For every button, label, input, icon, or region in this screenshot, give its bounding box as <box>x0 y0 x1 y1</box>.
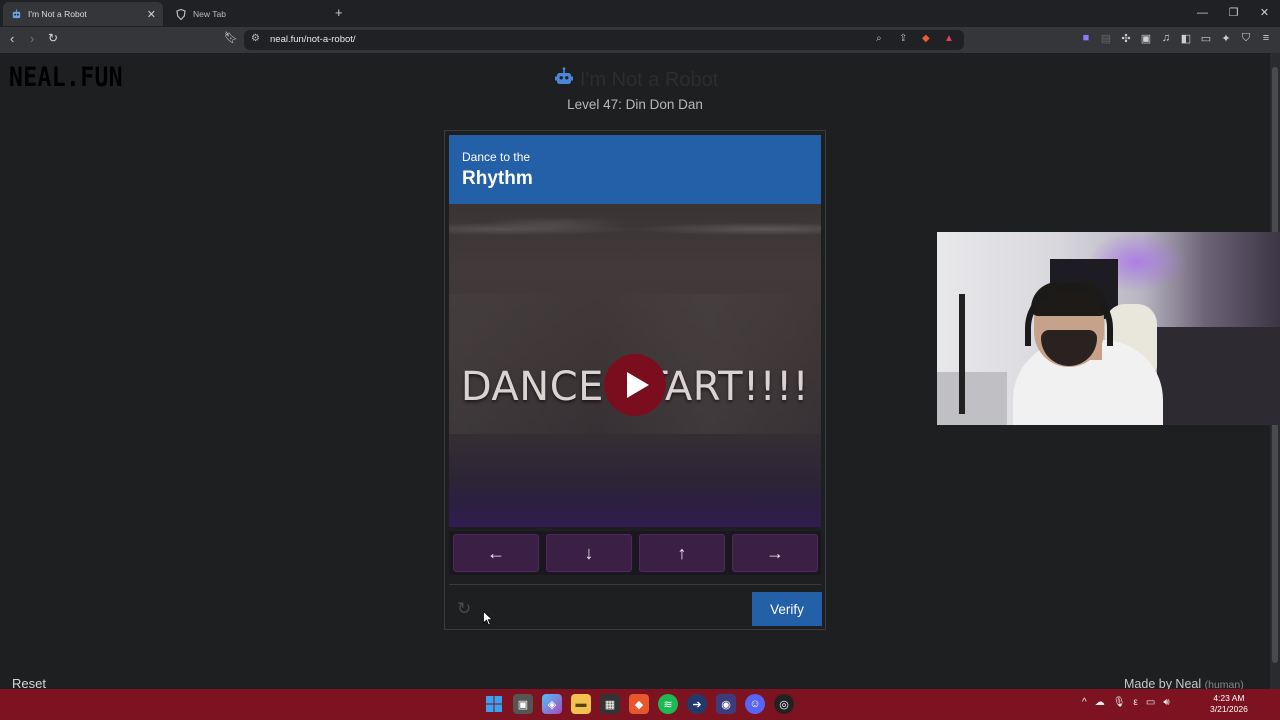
tab-bar: I'm Not a Robot ✕ New Tab + — ❐ ✕ <box>0 0 1280 27</box>
brave-shield-icon <box>175 8 187 20</box>
address-bar[interactable]: ⚙︎ neal.fun/not-a-robot/ ⌕ ⇪ ◆ ▲ <box>244 30 964 50</box>
reload-page-icon[interactable]: ↻ <box>48 31 58 45</box>
sidebar-icon[interactable]: ◧ <box>1180 32 1192 45</box>
microphone-icon[interactable]: 🎙︎ <box>1113 697 1126 708</box>
taskbar-apps: ▣ ◈ ▬ ▦ ◆ ≋ ➔ ◉ ☺ ◎ <box>484 694 794 714</box>
system-tray: ^ ☁ 🎙︎ ε ▭ 🔊︎ <box>1082 697 1170 708</box>
video-background <box>449 214 821 244</box>
captcha-instruction-emphasis: Rhythm <box>462 168 533 189</box>
webcam-desk-equipment <box>937 372 1007 425</box>
dance-video[interactable]: DANCE START!!!! <box>449 204 821 527</box>
spotify-icon[interactable]: ≋ <box>658 694 678 714</box>
volume-icon[interactable]: 🔊︎ <box>1163 697 1169 708</box>
file-explorer-icon[interactable]: ▬ <box>571 694 591 714</box>
neal-fun-logo[interactable]: NEAL.FUN <box>9 62 123 93</box>
onedrive-icon[interactable]: ☁ <box>1095 697 1105 708</box>
play-icon <box>627 372 649 398</box>
robot-icon <box>554 67 574 93</box>
tab-not-a-robot[interactable]: I'm Not a Robot ✕ <box>3 2 163 26</box>
level-label: Level 47: Din Don Dan <box>567 97 703 112</box>
page-title: I'm Not a Robot <box>554 67 718 93</box>
new-tab-button[interactable]: + <box>335 5 343 20</box>
zoom-icon[interactable]: ⌕ <box>876 33 882 44</box>
browser-toolbar: ‹ › ↻ 🔖︎ ⚙︎ neal.fun/not-a-robot/ ⌕ ⇪ ◆ … <box>0 27 1280 53</box>
copilot-icon[interactable]: ◈ <box>542 694 562 714</box>
url-text: neal.fun/not-a-robot/ <box>270 34 356 45</box>
obs-icon[interactable]: ◉ <box>716 694 736 714</box>
share-icon[interactable]: ⇪ <box>899 33 907 44</box>
extensions-puzzle-icon[interactable]: ✣ <box>1120 32 1132 45</box>
captcha-instruction: Dance to the <box>462 150 531 164</box>
task-view-icon[interactable]: ▣ <box>513 694 533 714</box>
captcha-divider <box>449 584 821 585</box>
close-tab-icon[interactable]: ✕ <box>147 8 156 21</box>
restore-icon[interactable]: ❐ <box>1218 0 1249 27</box>
network-icon[interactable]: ▭ <box>1146 697 1155 708</box>
tab-label: New Tab <box>193 9 226 19</box>
reload-challenge-icon[interactable]: ↻ <box>457 599 471 619</box>
media-icon[interactable]: ♫ <box>1160 32 1172 45</box>
verify-button[interactable]: Verify <box>752 592 822 626</box>
webcam-overlay <box>937 232 1280 425</box>
play-button[interactable] <box>604 354 666 416</box>
brave-shields-icon[interactable]: ◆ <box>922 33 930 44</box>
mouse-cursor-icon <box>483 611 493 626</box>
close-window-icon[interactable]: ✕ <box>1249 0 1280 27</box>
window-controls: — ❐ ✕ <box>1187 0 1280 27</box>
robot-favicon-icon <box>10 8 22 20</box>
menu-icon[interactable]: ≡ <box>1260 32 1272 45</box>
minimize-icon[interactable]: — <box>1187 0 1218 27</box>
windows-start-icon[interactable] <box>484 694 504 714</box>
tray-overflow-icon[interactable]: ^ <box>1082 697 1087 708</box>
app-arrow-icon[interactable]: ➔ <box>687 694 707 714</box>
back-icon[interactable]: ‹ <box>10 31 14 46</box>
extension-icon[interactable]: ■ <box>1080 32 1092 45</box>
captcha-header: Dance to the Rhythm <box>449 135 821 204</box>
leo-ai-icon[interactable]: ✦ <box>1220 32 1232 45</box>
extension-icon[interactable]: ▤ <box>1100 32 1112 45</box>
arrow-up-button[interactable]: ↑ <box>639 534 725 572</box>
webcam-shadow <box>1157 327 1280 425</box>
arrow-right-button[interactable]: → <box>732 534 818 572</box>
clock-time: 4:23 AM <box>1213 693 1245 703</box>
webcam-microphone <box>959 294 965 414</box>
arrow-down-button[interactable]: ↓ <box>546 534 632 572</box>
wallet-icon[interactable]: ▭ <box>1200 32 1212 45</box>
language-icon[interactable]: ε <box>1133 697 1137 708</box>
captcha-card: Dance to the Rhythm DANCE START!!!! ← ↓ … <box>444 130 826 630</box>
tab-new-tab[interactable]: New Tab <box>168 2 333 26</box>
extension-icons: ■ ▤ ✣ ▣ ♫ ◧ ▭ ✦ ⛉ ≡ <box>1080 32 1272 45</box>
discord-icon[interactable]: ☺ <box>745 694 765 714</box>
brave-rewards-icon[interactable]: ▲ <box>944 33 954 44</box>
clock-date: 3/21/2026 <box>1210 704 1248 714</box>
forward-icon[interactable]: › <box>30 31 34 46</box>
arrow-controls: ← ↓ ↑ → <box>449 531 821 575</box>
app-circle-icon[interactable]: ◎ <box>774 694 794 714</box>
system-clock[interactable]: 4:23 AM 3/21/2026 <box>1210 693 1248 715</box>
site-info-icon[interactable]: ⚙︎ <box>251 33 260 44</box>
video-floor-glow <box>449 484 821 527</box>
arrow-left-button[interactable]: ← <box>453 534 539 572</box>
brave-browser-icon[interactable]: ◆ <box>629 694 649 714</box>
page-title-text: I'm Not a Robot <box>580 68 719 91</box>
screenshot-icon[interactable]: ▣ <box>1140 32 1152 45</box>
clapperboard-icon[interactable]: ▦ <box>600 694 620 714</box>
os-taskbar: ▣ ◈ ▬ ▦ ◆ ≋ ➔ ◉ ☺ ◎ ^ ☁ 🎙︎ ε ▭ 🔊︎ 4:23 A… <box>0 689 1280 720</box>
vpn-icon[interactable]: ⛉ <box>1240 32 1252 45</box>
tab-label: I'm Not a Robot <box>28 9 87 19</box>
bookmark-icon[interactable]: 🔖︎ <box>224 31 238 44</box>
